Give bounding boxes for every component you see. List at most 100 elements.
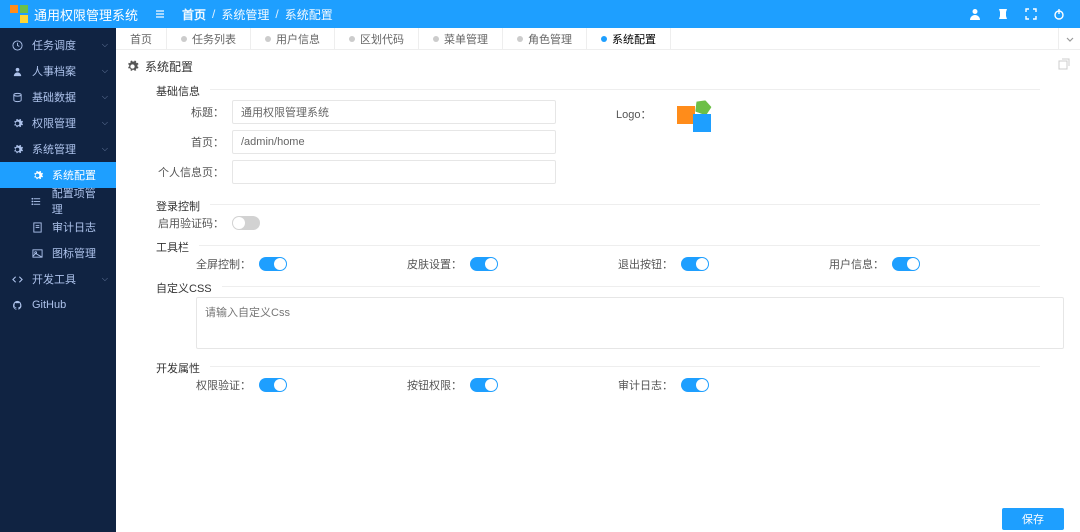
tab-区划代码[interactable]: 区划代码: [335, 28, 419, 49]
sidebar-item-GitHub[interactable]: GitHub: [0, 292, 116, 318]
sidebar-label: GitHub: [32, 299, 66, 311]
gear-icon: [126, 60, 139, 73]
fieldset-basic: 基础信息 标题： 首页： 个人信息页：: [156, 89, 1040, 190]
sidebar-item-人事档案[interactable]: 人事档案 ⌵: [0, 58, 116, 84]
sidebar-label: 图标管理: [52, 245, 96, 261]
sidebar-item-审计日志[interactable]: 审计日志: [0, 214, 116, 240]
sidebar-item-基础数据[interactable]: 基础数据 ⌵: [0, 84, 116, 110]
content-card: 系统配置 基础信息 标题： 首页： 个人信息: [116, 50, 1080, 532]
legend-login: 登录控制: [156, 198, 210, 214]
sidebar-item-配置项管理[interactable]: 配置项管理: [0, 188, 116, 214]
tabs-dropdown-button[interactable]: [1058, 28, 1080, 49]
tab-dot-icon: [601, 36, 607, 42]
toggle-fullscreen[interactable]: [259, 257, 287, 271]
legend-dev: 开发属性: [156, 360, 210, 376]
input-title[interactable]: [232, 100, 556, 124]
sidebar-item-系统管理[interactable]: 系统管理⌵: [0, 136, 116, 162]
legend-toolbar: 工具栏: [156, 239, 199, 255]
user-icon[interactable]: [968, 7, 982, 21]
doc-icon: [30, 222, 44, 233]
chevron-icon: ⌵: [102, 92, 108, 102]
tab-label: 首页: [130, 31, 152, 47]
toggle-btnauth[interactable]: [470, 378, 498, 392]
toggle-auth[interactable]: [259, 378, 287, 392]
tab-dot-icon: [349, 36, 355, 42]
input-profile[interactable]: [232, 160, 556, 184]
label-captcha: 启用验证码：: [156, 215, 232, 231]
toggle-userinfo[interactable]: [892, 257, 920, 271]
tab-系统配置[interactable]: 系统配置: [587, 28, 671, 49]
logo-preview[interactable]: [677, 100, 713, 136]
toggle-skin[interactable]: [470, 257, 498, 271]
sidebar-item-图标管理[interactable]: 图标管理: [0, 240, 116, 266]
breadcrumb-home[interactable]: 首页: [182, 6, 206, 23]
breadcrumb: 首页 / 系统管理 / 系统配置: [182, 6, 333, 23]
label-logout: 退出按钮：: [618, 256, 673, 272]
sidebar-item-任务调度[interactable]: 任务调度⌵: [0, 32, 116, 58]
chevron-icon: ⌵: [102, 40, 108, 50]
tab-角色管理[interactable]: 角色管理: [503, 28, 587, 49]
label-home: 首页：: [156, 134, 232, 150]
fieldset-css: 自定义CSS: [156, 286, 1040, 352]
save-button[interactable]: 保存: [1002, 508, 1064, 530]
input-home[interactable]: [232, 130, 556, 154]
sidebar-label: 系统配置: [52, 167, 96, 183]
sidebar-label: 配置项管理: [52, 185, 106, 217]
sidebar-toggle-button[interactable]: [148, 8, 172, 20]
main-area: 首页任务列表用户信息区划代码菜单管理角色管理系统配置 系统配置 基础信息 标题：: [116, 28, 1080, 532]
label-auth: 权限验证：: [196, 377, 251, 393]
label-skin: 皮肤设置：: [407, 256, 462, 272]
tab-首页[interactable]: 首页: [116, 28, 167, 49]
sidebar-label: 开发工具: [32, 271, 76, 287]
tab-dot-icon: [181, 36, 187, 42]
label-title: 标题：: [156, 104, 232, 120]
label-audit: 审计日志：: [618, 377, 673, 393]
tab-label: 菜单管理: [444, 31, 488, 47]
toggle-captcha[interactable]: [232, 216, 260, 230]
legend-css: 自定义CSS: [156, 280, 222, 296]
clock-icon: [10, 40, 24, 51]
card-title: 系统配置: [145, 58, 193, 75]
fieldset-login: 登录控制 启用验证码：: [156, 204, 1040, 231]
textarea-css[interactable]: [196, 297, 1064, 349]
sidebar-item-开发工具[interactable]: 开发工具⌵: [0, 266, 116, 292]
tab-label: 系统配置: [612, 31, 656, 47]
tab-label: 区划代码: [360, 31, 404, 47]
label-btnauth: 按钮权限：: [407, 377, 462, 393]
sidebar-label: 权限管理: [32, 115, 76, 131]
sidebar-label: 审计日志: [52, 219, 96, 235]
label-logo: Logo：: [616, 100, 659, 122]
toggle-audit[interactable]: [681, 378, 709, 392]
fieldset-toolbar: 工具栏 全屏控制： 皮肤设置： 退出按钮： 用户信息：: [156, 245, 1040, 272]
label-fullscreen: 全屏控制：: [196, 256, 251, 272]
sidebar-item-权限管理[interactable]: 权限管理 ⌵: [0, 110, 116, 136]
logo-upload-area: Logo：: [616, 100, 713, 190]
open-new-window-icon[interactable]: [1058, 58, 1070, 70]
chevron-icon: ⌵: [102, 66, 108, 76]
brand-logo-box: 通用权限管理系统: [0, 5, 148, 24]
sidebar-label: 基础数据: [32, 89, 76, 105]
sidebar-label: 系统管理: [32, 141, 76, 157]
img-icon: [30, 248, 44, 259]
toggle-logout[interactable]: [681, 257, 709, 271]
chevron-icon: ⌵: [102, 118, 108, 128]
fullscreen-icon[interactable]: [1024, 7, 1038, 21]
theme-icon[interactable]: [996, 7, 1010, 21]
tab-label: 用户信息: [276, 31, 320, 47]
label-profile: 个人信息页：: [156, 164, 232, 180]
breadcrumb-l2[interactable]: 系统配置: [285, 6, 333, 23]
power-icon[interactable]: [1052, 7, 1066, 21]
breadcrumb-l1[interactable]: 系统管理: [221, 6, 269, 23]
gear-icon: [10, 118, 24, 129]
tab-bar: 首页 任务列表 用户信息 区划代码 菜单管理角色管理 系统配置: [116, 28, 1080, 50]
tab-用户信息[interactable]: 用户信息: [251, 28, 335, 49]
tab-label: 任务列表: [192, 31, 236, 47]
tab-任务列表[interactable]: 任务列表: [167, 28, 251, 49]
sidebar-label: 人事档案: [32, 63, 76, 79]
legend-basic: 基础信息: [156, 83, 210, 99]
tab-菜单管理[interactable]: 菜单管理: [419, 28, 503, 49]
github-icon: [10, 300, 24, 311]
label-userinfo: 用户信息：: [829, 256, 884, 272]
fieldset-dev: 开发属性 权限验证： 按钮权限： 审计日志：: [156, 366, 1040, 393]
top-header: 通用权限管理系统 首页 / 系统管理 / 系统配置: [0, 0, 1080, 28]
